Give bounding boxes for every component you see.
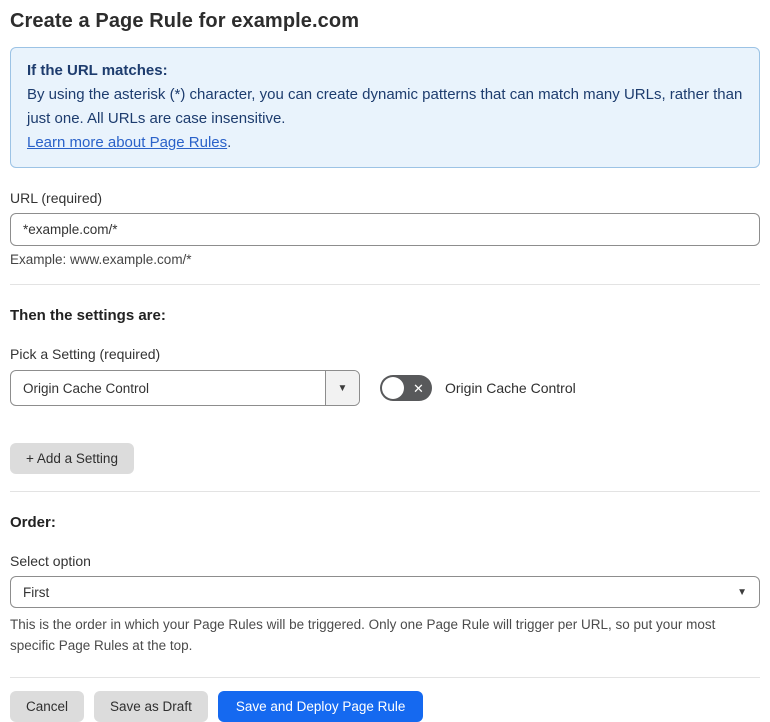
setting-select[interactable]: Origin Cache Control ▼ <box>10 370 360 406</box>
url-label: URL (required) <box>10 190 103 206</box>
add-setting-button[interactable]: + Add a Setting <box>10 443 134 474</box>
setting-select-arrow[interactable]: ▼ <box>325 371 359 405</box>
pick-setting-label: Pick a Setting (required) <box>10 346 161 362</box>
divider-actions <box>10 677 760 678</box>
learn-more-link[interactable]: Learn more about Page Rules <box>27 134 227 151</box>
setting-select-value: Origin Cache Control <box>23 380 150 396</box>
save-as-draft-button[interactable]: Save as Draft <box>94 691 208 722</box>
actions-row: Cancel Save as Draft Save and Deploy Pag… <box>10 691 760 722</box>
info-box-body: By using the asterisk (*) character, you… <box>27 86 743 127</box>
info-box-heading: If the URL matches: <box>27 62 168 79</box>
create-page-rule-form: Create a Page Rule for example.com If th… <box>0 8 770 722</box>
select-option-label: Select option <box>10 553 91 569</box>
info-box-link-line: Learn more about Page Rules. <box>27 131 743 155</box>
chevron-down-icon: ▼ <box>737 586 747 598</box>
save-and-deploy-button[interactable]: Save and Deploy Page Rule <box>217 691 424 722</box>
divider-url-settings <box>10 284 760 285</box>
toggle-knob <box>382 377 404 399</box>
order-select[interactable]: First ▼ <box>10 576 760 608</box>
settings-heading: Then the settings are: <box>10 307 166 324</box>
setting-row: Origin Cache Control ▼ ✕ Origin Cache Co… <box>10 370 760 406</box>
url-match-info-box: If the URL matches: By using the asteris… <box>10 47 760 168</box>
order-help-text: This is the order in which your Page Rul… <box>10 617 716 653</box>
chevron-down-icon: ▼ <box>337 382 348 394</box>
origin-cache-control-toggle[interactable]: ✕ <box>380 375 432 401</box>
order-heading: Order: <box>10 514 56 531</box>
url-example-text: Example: www.example.com/* <box>10 252 192 267</box>
cancel-button[interactable]: Cancel <box>10 691 85 722</box>
divider-settings-order <box>10 491 760 492</box>
link-period: . <box>227 134 232 151</box>
toggle-off-icon: ✕ <box>413 380 424 396</box>
toggle-label: Origin Cache Control <box>445 380 576 396</box>
page-title: Create a Page Rule for example.com <box>10 10 360 32</box>
order-select-value: First <box>23 584 50 600</box>
url-input[interactable] <box>10 213 760 246</box>
